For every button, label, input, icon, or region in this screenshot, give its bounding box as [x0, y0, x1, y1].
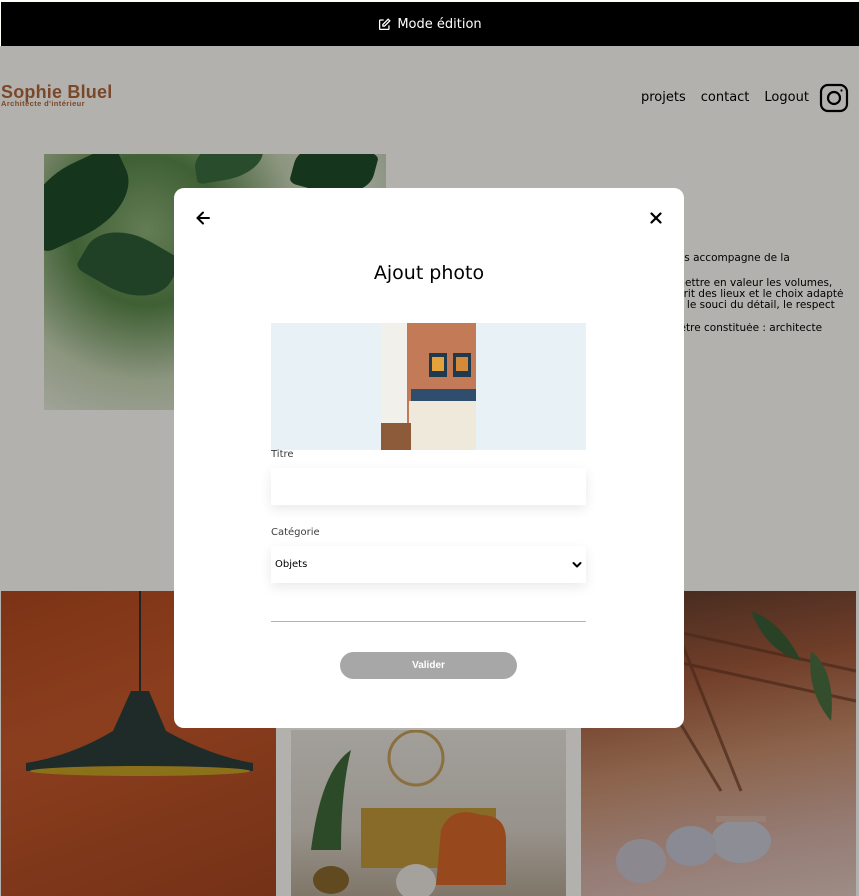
- divider: [271, 621, 586, 622]
- photo-preview: [381, 323, 476, 450]
- edit-mode-label: Mode édition: [397, 16, 482, 32]
- close-icon: [650, 212, 662, 224]
- chevron-down-icon: [572, 561, 582, 567]
- category-select[interactable]: Objets: [271, 546, 586, 583]
- title-input[interactable]: [271, 468, 586, 505]
- title-label: Titre: [271, 449, 294, 460]
- edit-mode-bar: Mode édition: [1, 2, 859, 46]
- arrow-left-icon: [196, 211, 210, 225]
- close-button[interactable]: [646, 208, 666, 228]
- modal-title: Ajout photo: [373, 262, 485, 284]
- back-button[interactable]: [193, 208, 213, 228]
- category-label: Catégorie: [271, 527, 320, 538]
- validate-button[interactable]: Valider: [340, 652, 517, 679]
- photo-upload-area[interactable]: [271, 323, 586, 450]
- category-selected-value: Objets: [275, 559, 308, 570]
- pen-square-icon: [379, 17, 392, 30]
- add-photo-modal: Ajout photo Titre Catégorie Objets Valid…: [174, 188, 684, 728]
